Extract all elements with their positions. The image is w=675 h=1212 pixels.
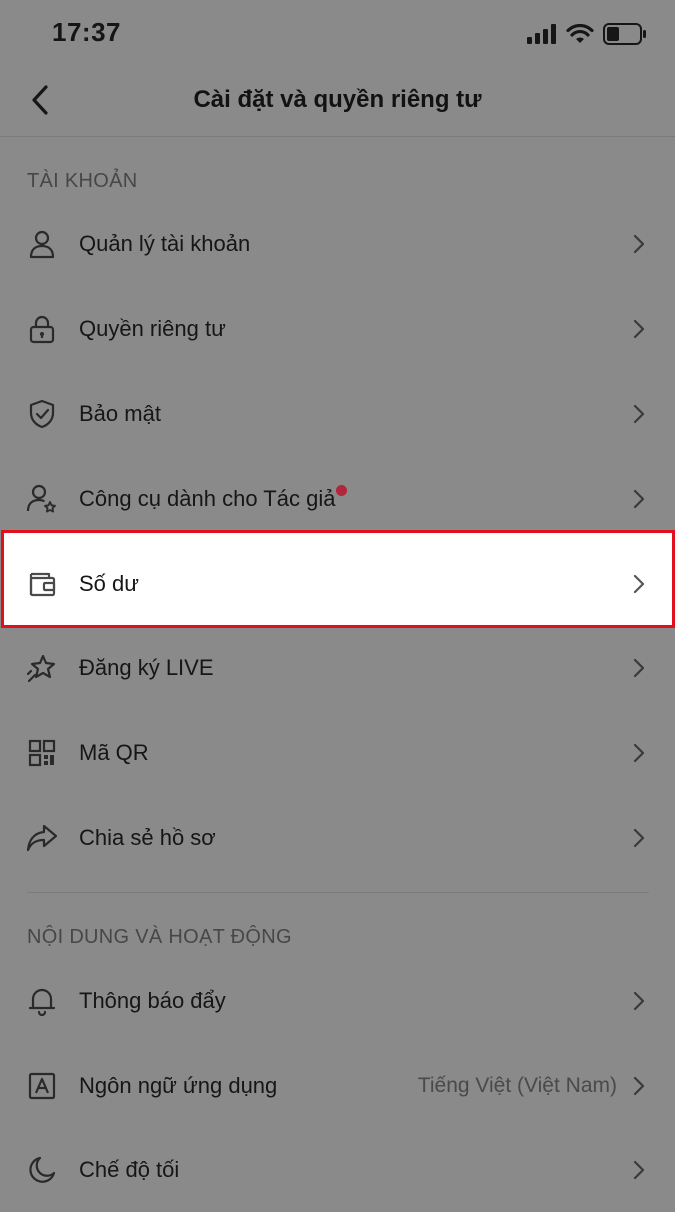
share-arrow-icon bbox=[26, 822, 58, 854]
chevron-right-icon bbox=[631, 741, 647, 765]
settings-item-share-profile[interactable]: Chia sẻ hồ sơ bbox=[0, 795, 675, 880]
section-divider bbox=[27, 892, 649, 893]
settings-item-label: Bảo mật bbox=[79, 400, 161, 426]
settings-item-label: Quản lý tài khoản bbox=[79, 230, 251, 256]
section-header-account: TÀI KHOẢN bbox=[27, 170, 138, 192]
settings-item-label: Quyền riêng tư bbox=[79, 315, 226, 341]
star-live-icon bbox=[26, 652, 58, 684]
chevron-right-icon bbox=[631, 989, 647, 1013]
settings-item-label: Số dư bbox=[79, 570, 139, 596]
settings-item-label: Chế độ tối bbox=[79, 1156, 180, 1182]
settings-item-security[interactable]: Bảo mật bbox=[0, 371, 675, 456]
chevron-right-icon bbox=[631, 487, 647, 511]
person-icon bbox=[26, 228, 58, 260]
settings-item-label: Công cụ dành cho Tác giả bbox=[79, 484, 348, 512]
navigation-bar: Cài đặt và quyền riêng tư bbox=[0, 66, 675, 137]
creator-person-star-icon bbox=[26, 483, 58, 515]
section-header-content-activity: NỘI DUNG VÀ HOẠT ĐỘNG bbox=[27, 926, 292, 948]
chevron-right-icon bbox=[631, 1158, 647, 1182]
language-a-icon bbox=[26, 1070, 58, 1102]
qr-code-icon bbox=[26, 737, 58, 769]
chevron-right-icon bbox=[631, 317, 647, 341]
chevron-right-icon bbox=[631, 656, 647, 680]
chevron-right-icon bbox=[631, 826, 647, 850]
page-title: Cài đặt và quyền riêng tư bbox=[193, 86, 482, 113]
settings-item-qr-code[interactable]: Mã QR bbox=[0, 710, 675, 795]
settings-item-balance[interactable]: Số dư bbox=[0, 541, 675, 626]
current-language-value: Tiếng Việt (Việt Nam) bbox=[417, 1073, 617, 1097]
chevron-right-icon bbox=[631, 232, 647, 256]
lock-icon bbox=[26, 313, 58, 345]
wifi-icon bbox=[566, 24, 594, 44]
settings-item-dark-mode[interactable]: Chế độ tối bbox=[0, 1127, 675, 1212]
shield-check-icon bbox=[26, 398, 58, 430]
cellular-signal-icon bbox=[527, 24, 557, 44]
wallet-icon bbox=[26, 568, 58, 600]
chevron-right-icon bbox=[631, 1074, 647, 1098]
settings-item-label: Ngôn ngữ ứng dụng bbox=[79, 1072, 278, 1098]
settings-item-label: Chia sẻ hồ sơ bbox=[79, 824, 216, 850]
status-time: 17:37 bbox=[52, 17, 121, 47]
moon-icon bbox=[26, 1154, 58, 1186]
bell-icon bbox=[26, 985, 58, 1017]
settings-item-account-management[interactable]: Quản lý tài khoản bbox=[0, 201, 675, 286]
chevron-right-icon bbox=[631, 572, 647, 596]
battery-icon bbox=[603, 23, 647, 45]
notification-badge-dot bbox=[336, 484, 348, 496]
status-icons bbox=[527, 22, 647, 46]
settings-item-label: Đăng ký LIVE bbox=[79, 654, 214, 680]
settings-item-label: Thông báo đẩy bbox=[79, 987, 226, 1013]
status-bar: 17:37 bbox=[0, 0, 675, 66]
settings-item-label: Mã QR bbox=[79, 739, 149, 765]
chevron-right-icon bbox=[631, 402, 647, 426]
settings-item-push-notifications[interactable]: Thông báo đẩy bbox=[0, 958, 675, 1043]
settings-item-privacy[interactable]: Quyền riêng tư bbox=[0, 286, 675, 371]
settings-item-live-subscription[interactable]: Đăng ký LIVE bbox=[0, 625, 675, 710]
settings-item-creator-tools[interactable]: Công cụ dành cho Tác giả bbox=[0, 456, 675, 541]
settings-item-app-language[interactable]: Ngôn ngữ ứng dụng Tiếng Việt (Việt Nam) bbox=[0, 1043, 675, 1128]
